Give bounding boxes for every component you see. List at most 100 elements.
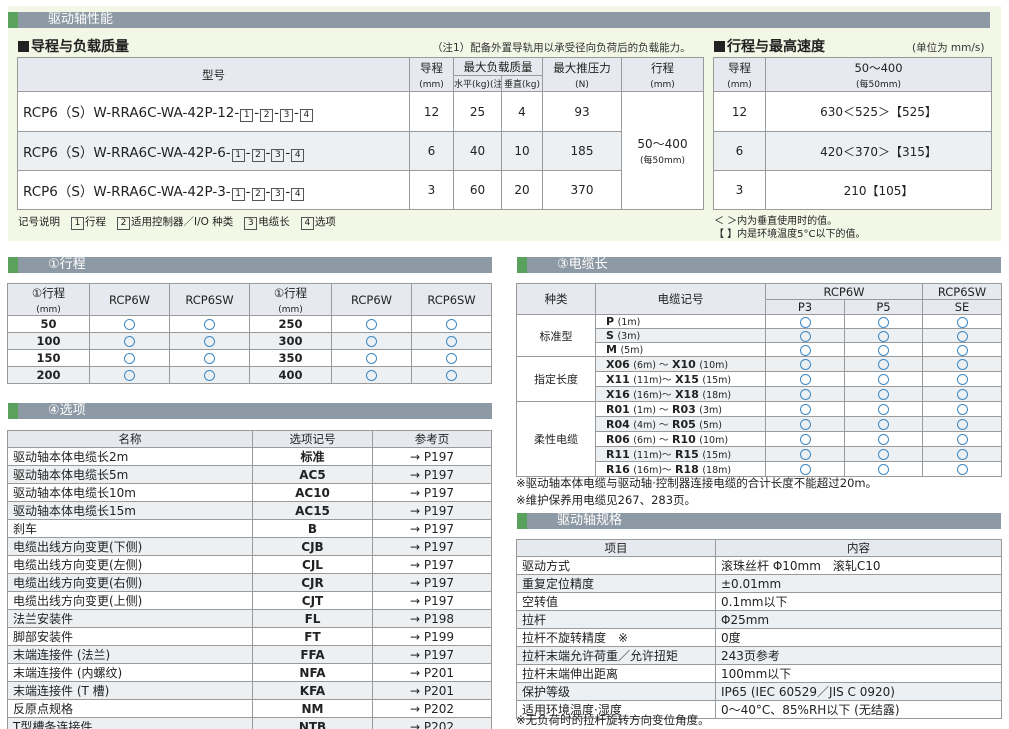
spec-value: 0.1mm以下 bbox=[715, 592, 1002, 611]
table-row: 末端连接件 (法兰) FFA → P197 bbox=[7, 645, 492, 664]
header-lead: 导程 (mm) bbox=[713, 57, 766, 92]
section-bar-drive-performance: 驱动轴性能 bbox=[8, 12, 990, 28]
table-row: 100 300 bbox=[7, 332, 492, 350]
table-row: 电缆出线方向变更(上侧) CJT → P197 bbox=[7, 591, 492, 610]
table-row: 空转值 0.1mm以下 bbox=[516, 592, 1002, 611]
table-row: 驱动轴本体电缆长15m AC15 → P197 bbox=[7, 501, 492, 520]
option-name: 驱动轴本体电缆长2m bbox=[7, 447, 253, 466]
circle-icon bbox=[878, 344, 889, 356]
cable-type: 柔性电缆 bbox=[516, 401, 596, 478]
circle-icon bbox=[446, 353, 457, 364]
option-name: 电缆出线方向变更(上侧) bbox=[7, 591, 253, 610]
circle-icon bbox=[204, 353, 215, 364]
circle-icon bbox=[204, 336, 215, 347]
circle-icon bbox=[878, 464, 889, 476]
table-row: 末端连接件 (内螺纹) NFA → P201 bbox=[7, 663, 492, 682]
table-row: 脚部安装件 FT → P199 bbox=[7, 627, 492, 646]
spec-item: 驱动方式 bbox=[516, 556, 716, 575]
table-row: RCP6（S）W-RRA6C-WA-42P-6- 1-2-3-4 6 40 10 … bbox=[17, 131, 704, 171]
circle-icon bbox=[799, 344, 811, 356]
option-code: CJR bbox=[252, 573, 373, 592]
circle-icon bbox=[956, 449, 968, 461]
circle-icon bbox=[878, 330, 889, 342]
guide-load-heading: 导程与负载质量 bbox=[18, 36, 129, 56]
table-row: 6 420＜370＞【315】 bbox=[713, 131, 992, 171]
circle-icon bbox=[799, 449, 811, 461]
header-horizontal: 水平(kg)(注1) bbox=[453, 75, 502, 92]
table-row: 12 630＜525＞【525】 bbox=[713, 91, 992, 132]
table-row: 法兰安装件 FL → P198 bbox=[7, 609, 492, 628]
option-page: → P201 bbox=[372, 663, 492, 682]
circle-icon bbox=[878, 374, 889, 386]
section-bar-drive-spec: 驱动轴规格 bbox=[517, 513, 1001, 529]
circle-icon bbox=[799, 419, 811, 431]
table-row: 3 210【105】 bbox=[713, 170, 992, 210]
option-name: 反原点规格 bbox=[7, 699, 253, 718]
option-page: → P197 bbox=[372, 483, 492, 502]
cable-code: M (5m) bbox=[595, 342, 766, 358]
circle-icon bbox=[956, 389, 968, 401]
circle-icon bbox=[878, 434, 889, 446]
circle-icon bbox=[204, 319, 215, 330]
option-code: B bbox=[252, 519, 373, 538]
option-page: → P197 bbox=[372, 537, 492, 556]
spec-value: 0～40°C、85%RH以下 (无结露) bbox=[715, 700, 1002, 719]
table-row: 指定长度 X06 (6m) ～ X10 (10m) bbox=[516, 356, 1003, 403]
cable-type: 指定长度 bbox=[516, 356, 596, 403]
table-row: 200 400 bbox=[7, 366, 492, 384]
table-row: 拉杆末端允许荷重／允许扭矩 243页参考 bbox=[516, 646, 1002, 665]
option-page: → P199 bbox=[372, 627, 492, 646]
circle-icon bbox=[956, 344, 968, 356]
cable-table: 种类 电缆记号 RCP6W RCP6SW P3 P5 SE 标准型 P (1m) S… bbox=[516, 283, 1003, 478]
circle-icon bbox=[956, 359, 968, 371]
option-page: → P197 bbox=[372, 555, 492, 574]
circle-icon bbox=[799, 404, 811, 416]
circle-icon bbox=[799, 374, 811, 386]
option-code: NM bbox=[252, 699, 373, 718]
cable-code: R06 (6m) ～ R10 (10m) bbox=[595, 431, 766, 448]
guide-load-table: 型号 导程 (mm) 最大负载质量 最大推压力 (N) 行程 (mm) 水平(kg)(… bbox=[17, 57, 704, 210]
circle-icon bbox=[956, 464, 968, 476]
cable-code: R04 (4m) ～ R05 (5m) bbox=[595, 416, 766, 433]
option-code: FL bbox=[252, 609, 373, 628]
spec-value: ±0.01mm bbox=[715, 574, 1002, 593]
speed-table: 导程 (mm) 50～400 (每50mm) 12 630＜525＞【525】 6 42… bbox=[713, 57, 992, 210]
circle-icon bbox=[799, 389, 811, 401]
circle-icon bbox=[446, 319, 457, 330]
option-name: 驱动轴本体电缆长5m bbox=[7, 465, 253, 484]
section-bar-stroke: ①行程 bbox=[8, 257, 492, 273]
circle-icon bbox=[956, 419, 968, 431]
spec-table: 项目 内容 驱动方式 滚珠丝杆 Φ10mm 滚轧C10 重复定位精度 ±0.01mm 空… bbox=[516, 539, 1002, 719]
option-name: 刹车 bbox=[7, 519, 253, 538]
circle-icon bbox=[799, 434, 811, 446]
cable-code: X06 (6m) ～ X10 (10m) bbox=[595, 356, 766, 373]
circle-icon bbox=[799, 464, 811, 476]
options-table: 名称 选项记号 参考页 驱动轴本体电缆长2m 标准 → P197 驱动轴本体电缆长5m… bbox=[7, 430, 492, 729]
circle-icon bbox=[878, 419, 889, 431]
spec-item: 拉杆末端允许荷重／允许扭矩 bbox=[516, 646, 716, 665]
option-name: 末端连接件 (法兰) bbox=[7, 645, 253, 664]
circle-icon bbox=[799, 316, 811, 328]
table-row: 标准型 P (1m) bbox=[516, 313, 1003, 358]
circle-icon bbox=[799, 330, 811, 342]
model-cell: RCP6（S）W-RRA6C-WA-42P-6- 1-2-3-4 bbox=[17, 131, 410, 171]
circle-icon bbox=[956, 434, 968, 446]
option-page: → P197 bbox=[372, 447, 492, 466]
circle-icon bbox=[204, 370, 215, 381]
circle-icon bbox=[366, 353, 377, 364]
option-code: AC15 bbox=[252, 501, 373, 520]
square-bullet-icon bbox=[18, 41, 29, 52]
circle-icon bbox=[878, 449, 889, 461]
spec-value: 滚珠丝杆 Φ10mm 滚轧C10 bbox=[715, 556, 1002, 575]
table-row: 驱动轴本体电缆长5m AC5 → P197 bbox=[7, 465, 492, 484]
spec-note: ※无负荷时的拉杆旋转方向变位角度。 bbox=[516, 713, 710, 727]
option-name: 驱动轴本体电缆长15m bbox=[7, 501, 253, 520]
cable-code: X16 (16m)～ X18 (18m) bbox=[595, 386, 766, 403]
symbol-legend: 记号说明 1 行程 2 适用控制器／I/O 种类 3 电缆长 4 选项 bbox=[18, 216, 336, 230]
spec-item: 拉杆 bbox=[516, 610, 716, 629]
option-name: 脚部安装件 bbox=[7, 627, 253, 646]
section-title: 驱动轴性能 bbox=[48, 12, 114, 27]
circle-icon bbox=[124, 370, 135, 381]
spec-value: Φ25mm bbox=[715, 610, 1002, 629]
option-code: CJT bbox=[252, 591, 373, 610]
